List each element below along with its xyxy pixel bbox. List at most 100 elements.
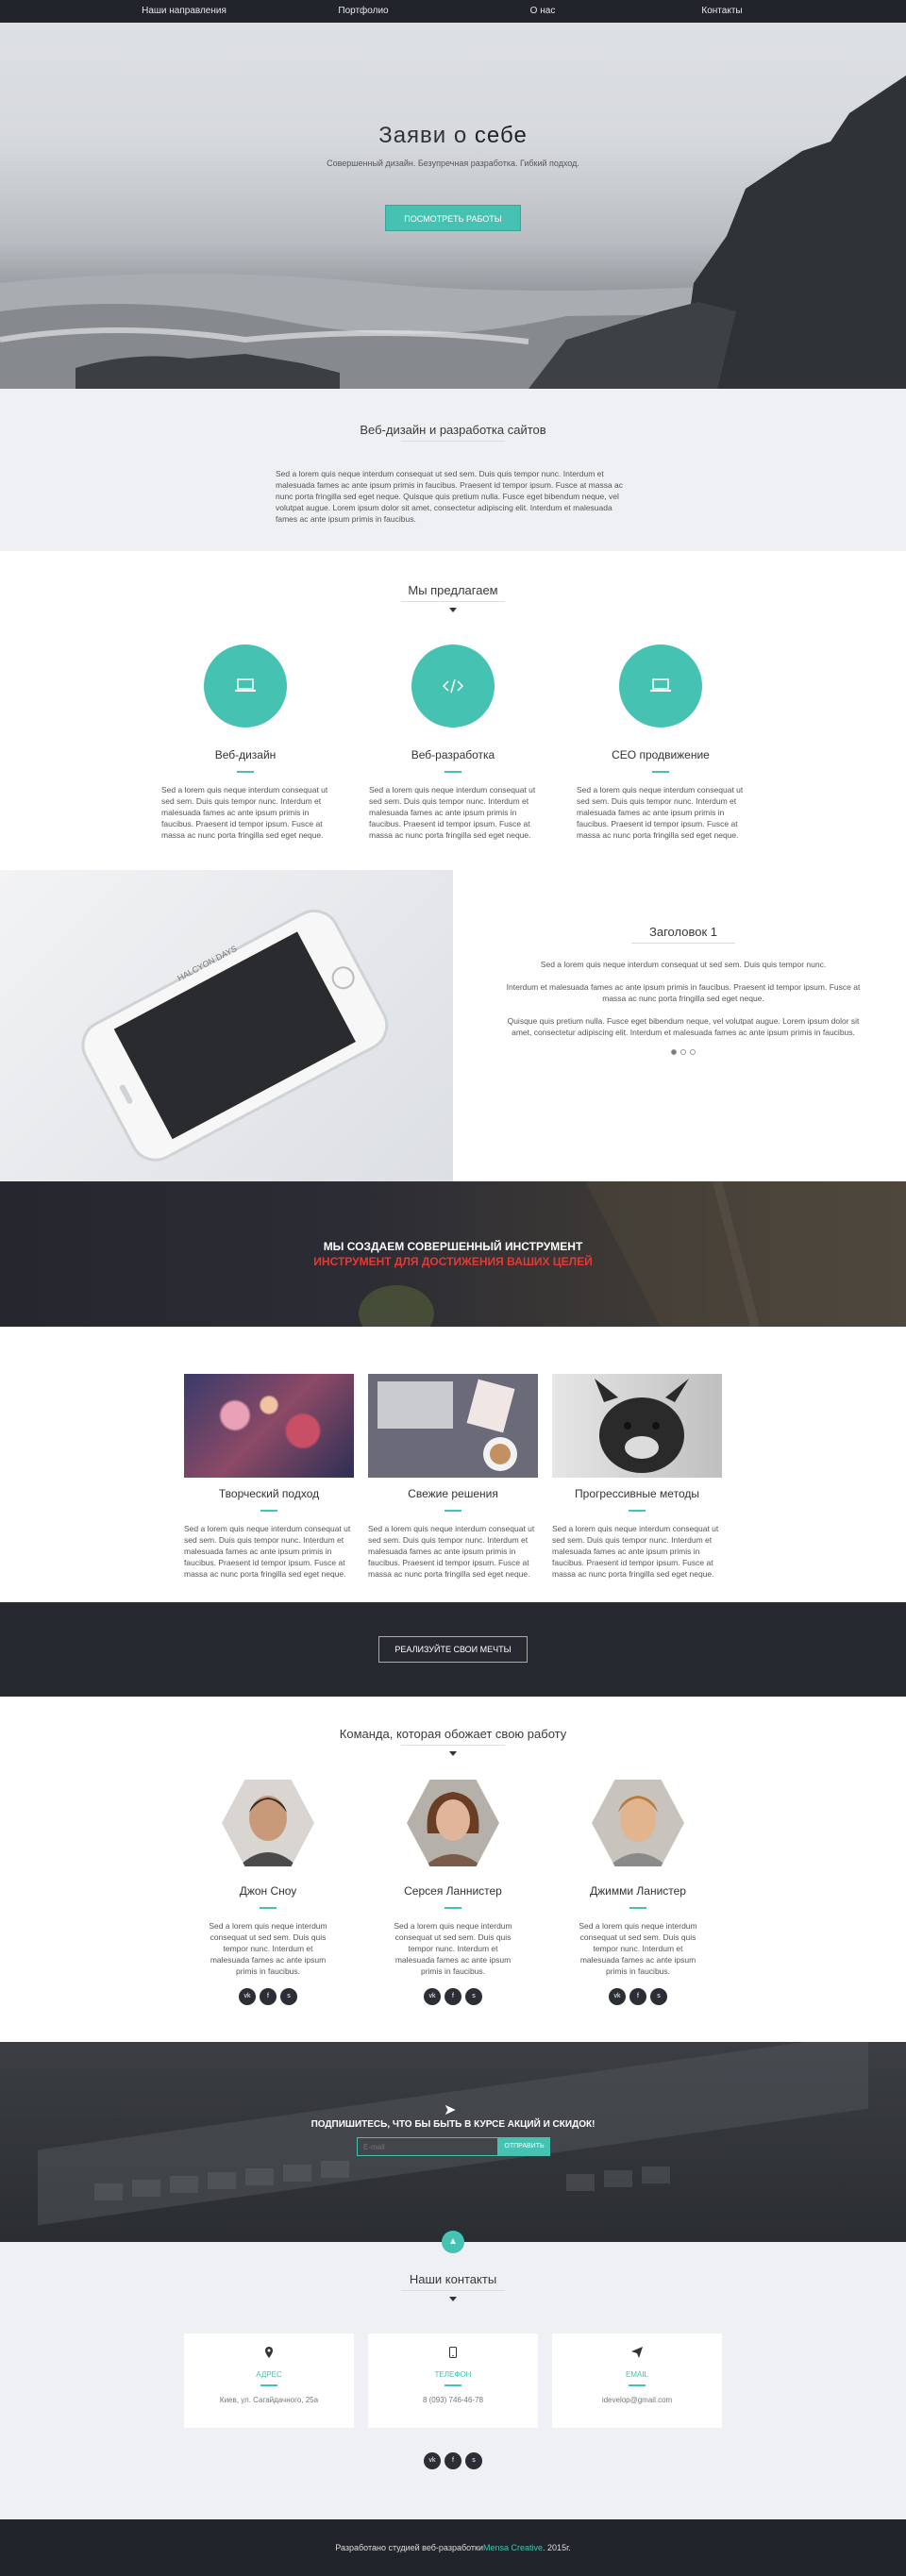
contact-card: АДРЕС Киев, ул. Сагайдачного, 25а xyxy=(184,2333,354,2428)
realize-dreams-button[interactable]: РЕАЛИЗУЙТЕ СВОИ МЕЧТЫ xyxy=(378,1636,528,1663)
member-name: Джон Сноу xyxy=(239,1884,297,1898)
top-nav: Наши направления Портфолио О нас Контакт… xyxy=(0,0,906,23)
email-field[interactable] xyxy=(357,2137,498,2156)
facebook-icon[interactable]: f xyxy=(445,2452,461,2469)
phone-icon xyxy=(449,2347,457,2358)
accent-line xyxy=(237,771,254,773)
hero-subtitle: Совершенный дизайн. Безупречная разработ… xyxy=(327,159,579,168)
services-title: Мы предлагаем xyxy=(408,583,498,597)
member-name: Серсея Ланнистер xyxy=(404,1884,502,1898)
hero-landscape-image xyxy=(0,75,906,389)
chevron-up-icon[interactable]: ▲ xyxy=(442,2231,464,2253)
feature-title: Творческий подход xyxy=(218,1487,320,1500)
slide-title: Заголовок 1 xyxy=(649,925,717,939)
team-member: Джимми Ланистер Sed a lorem quis neque i… xyxy=(573,1777,703,2005)
facebook-icon[interactable]: f xyxy=(260,1988,277,2005)
service-title: Веб-разработка xyxy=(411,748,495,761)
triangle-down-icon xyxy=(449,2297,457,2301)
workspace-desk-image xyxy=(368,1374,538,1478)
slider-content: Заголовок 1 Sed a lorem quis neque inter… xyxy=(453,870,906,1181)
feature-text: Sed a lorem quis neque interdum consequa… xyxy=(552,1524,719,1579)
footer-year: . 2015г. xyxy=(543,2543,571,2552)
view-works-button[interactable]: ПОСМОТРЕТЬ РАБОТЫ xyxy=(385,205,521,231)
accent-line xyxy=(260,1510,277,1512)
title-divider xyxy=(401,601,505,602)
vk-icon[interactable]: vk xyxy=(424,1988,441,2005)
vk-icon[interactable]: vk xyxy=(239,1988,256,2005)
banner-line-2: ИНСТРУМЕНТ ДЛЯ ДОСТИЖЕНИЯ ВАШИХ ЦЕЛЕЙ xyxy=(313,1255,593,1268)
accent-line xyxy=(652,771,669,773)
skype-icon[interactable]: s xyxy=(650,1988,667,2005)
about-text: Sed a lorem quis neque interdum consequa… xyxy=(276,469,624,524)
nav-directions[interactable]: Наши направления xyxy=(94,0,274,23)
contact-value: Киев, ул. Сагайдачного, 25а xyxy=(219,2396,319,2404)
contacts-title: Наши контакты xyxy=(409,2272,497,2286)
subscribe-section: ➤ ПОДПИШИТЕСЬ, ЧТО БЫ БЫТЬ В КУРСЕ АКЦИЙ… xyxy=(0,2042,906,2242)
paper-plane-icon: ➤ xyxy=(444,2102,457,2118)
about-section: Веб-дизайн и разработка сайтов Sed a lor… xyxy=(0,389,906,551)
social-links: vk f s xyxy=(0,2452,906,2469)
member-bio: Sed a lorem quis neque interdum consequa… xyxy=(209,1921,327,1976)
member-bio: Sed a lorem quis neque interdum consequa… xyxy=(394,1921,512,1976)
accent-line xyxy=(260,1907,277,1909)
feature-title: Свежие решения xyxy=(408,1487,498,1500)
cta-section: РЕАЛИЗУЙТЕ СВОИ МЕЧТЫ xyxy=(0,1602,906,1697)
team-title: Команда, которая обожает свою работу xyxy=(339,1727,567,1741)
feature-item: Свежие решения Sed a lorem quis neque in… xyxy=(368,1374,538,1580)
triangle-down-icon xyxy=(449,608,457,612)
nav-about[interactable]: О нас xyxy=(453,0,632,23)
service-text: Sed a lorem quis neque interdum consequa… xyxy=(369,785,536,840)
bulldog-image xyxy=(552,1374,722,1478)
footer: Разработано студией веб-разработки Mensa… xyxy=(0,2519,906,2576)
banner-line-1: МЫ СОЗДАЕМ СОВЕРШЕННЫЙ ИНСТРУМЕНТ xyxy=(323,1240,583,1253)
slider-dot[interactable] xyxy=(690,1049,696,1055)
submit-button[interactable]: ОТПРАВИТЬ xyxy=(498,2137,550,2156)
vk-icon[interactable]: vk xyxy=(424,2452,441,2469)
map-pin-icon xyxy=(265,2347,273,2358)
feature-item: Творческий подход Sed a lorem quis neque… xyxy=(184,1374,354,1580)
hero-section: Заяви о себе Совершенный дизайн. Безупре… xyxy=(0,0,906,389)
team-member: Джон Сноу Sed a lorem quis neque interdu… xyxy=(203,1777,333,2005)
services-section: Мы предлагаем Веб-дизайн Sed a lorem qui… xyxy=(0,551,906,870)
accent-line xyxy=(445,1510,461,1512)
contact-card: EMAIL idevelop@gmail.com xyxy=(552,2333,722,2428)
paper-plane-icon xyxy=(631,2347,643,2358)
facebook-icon[interactable]: f xyxy=(445,1988,461,2005)
contact-value[interactable]: idevelop@gmail.com xyxy=(552,2396,722,2404)
service-item: СЕО продвижение Sed a lorem quis neque i… xyxy=(577,644,745,841)
vk-icon[interactable]: vk xyxy=(609,1988,626,2005)
contacts-section: ▲ Наши контакты АДРЕС Киев, ул. Сагайдач… xyxy=(0,2231,906,2519)
skype-icon[interactable]: s xyxy=(465,2452,482,2469)
service-item: Веб-разработка Sed a lorem quis neque in… xyxy=(369,644,537,841)
feature-item: Прогрессивные методы Sed a lorem quis ne… xyxy=(552,1374,722,1580)
laptop-icon[interactable] xyxy=(204,644,287,728)
triangle-down-icon xyxy=(449,1751,457,1756)
phone-slider-section: HALCYON DAYS Заголовок 1 Sed a lorem qui… xyxy=(0,870,906,1181)
skype-icon[interactable]: s xyxy=(465,1988,482,2005)
title-divider xyxy=(401,1745,505,1746)
accent-line xyxy=(260,2384,277,2386)
code-icon[interactable] xyxy=(411,644,495,728)
feature-title: Прогрессивные методы xyxy=(575,1487,699,1500)
accent-line xyxy=(445,771,461,773)
team-section: Команда, которая обожает свою работу Джо… xyxy=(0,1697,906,2042)
member-avatar xyxy=(407,1779,499,1867)
accent-line xyxy=(445,1907,461,1909)
skype-icon[interactable]: s xyxy=(280,1988,297,2005)
service-title: СЕО продвижение xyxy=(612,748,710,761)
laptop-icon[interactable] xyxy=(619,644,702,728)
member-name: Джимми Ланистер xyxy=(590,1884,686,1898)
features-section: Творческий подход Sed a lorem quis neque… xyxy=(0,1327,906,1602)
subscribe-title: ПОДПИШИТЕСЬ, ЧТО БЫ БЫТЬ В КУРСЕ АКЦИЙ И… xyxy=(310,2119,596,2130)
slider-dot[interactable] xyxy=(680,1049,686,1055)
nav-contacts[interactable]: Контакты xyxy=(632,0,812,23)
contact-label: ТЕЛЕФОН xyxy=(434,2370,472,2379)
bokeh-lights-image xyxy=(184,1374,354,1478)
slider-dot[interactable] xyxy=(671,1049,677,1055)
studio-link[interactable]: Mensa Creative xyxy=(483,2543,543,2552)
contact-card: ТЕЛЕФОН 8 (093) 746-46-78 xyxy=(368,2333,538,2428)
feature-text: Sed a lorem quis neque interdum consequa… xyxy=(184,1524,351,1579)
facebook-icon[interactable]: f xyxy=(629,1988,646,2005)
nav-portfolio[interactable]: Портфолио xyxy=(274,0,453,23)
subscribe-form: ОТПРАВИТЬ xyxy=(357,2137,550,2156)
